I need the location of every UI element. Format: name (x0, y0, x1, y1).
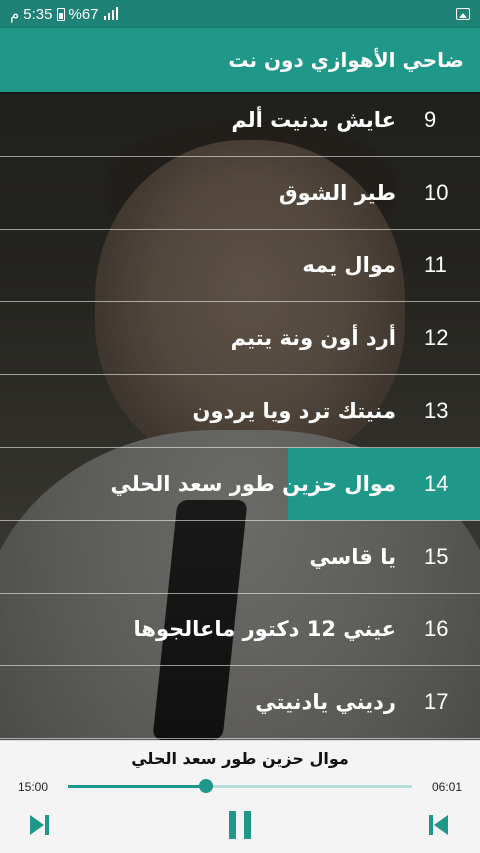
song-title: موال حزين طور سعد الحلي (110, 471, 396, 496)
song-row[interactable]: عيني 12 دكتور ماعالجوها 16 (0, 594, 480, 667)
total-time: 15:00 (18, 780, 49, 794)
song-number: 11 (424, 252, 447, 278)
song-row[interactable]: عايش بدنيت ألم 9 (0, 84, 480, 157)
status-bar: م 5:35 %67 (0, 0, 480, 28)
song-number: 17 (424, 689, 449, 715)
song-title: طير الشوق (278, 180, 396, 205)
signal-icon (103, 7, 118, 20)
song-row[interactable]: يا قاسي 15 (0, 521, 480, 594)
pause-button[interactable] (220, 807, 260, 843)
song-list: عايش بدنيت ألم 9 طير الشوق 10 موال يمه 11 أرد … (0, 84, 480, 740)
app-bar: ضاحي الأهوازي دون نت (0, 28, 480, 92)
skip-next-icon (30, 815, 49, 835)
song-number: 15 (424, 543, 449, 569)
ampm-text: م (10, 6, 20, 23)
song-number: 12 (424, 325, 449, 351)
song-title: عايش بدنيت ألم (231, 107, 396, 132)
seek-fill (68, 785, 206, 788)
song-number: 16 (424, 616, 449, 642)
song-title: موال يمه (302, 253, 396, 278)
song-row[interactable]: طير الشوق 10 (0, 157, 480, 230)
song-number: 10 (424, 179, 449, 205)
song-row[interactable]: رديني يادنيتي 17 (0, 666, 480, 740)
clock-text: 5:35 (23, 5, 53, 23)
song-number: 9 (424, 106, 437, 132)
skip-previous-icon (429, 815, 448, 835)
battery-icon (56, 7, 65, 21)
pause-icon (229, 811, 251, 839)
image-notification-icon (456, 8, 470, 20)
app-title: ضاحي الأهوازي دون نت (228, 48, 464, 72)
song-title: عيني 12 دكتور ماعالجوها (133, 617, 396, 642)
song-title: أرد أون ونة يتيم (230, 326, 396, 351)
next-button[interactable] (18, 807, 58, 843)
song-row[interactable]: موال يمه 11 (0, 230, 480, 303)
elapsed-time: 06:01 (431, 780, 462, 794)
song-title: يا قاسي (309, 544, 396, 569)
song-row[interactable]: أرد أون ونة يتيم 12 (0, 302, 480, 376)
song-number: 14 (424, 470, 449, 496)
song-title: رديني يادنيتي (255, 690, 396, 715)
song-title: منيتك ترد ويا يردون (192, 399, 396, 424)
battery-text: %67 (68, 5, 99, 23)
song-row[interactable]: موال حزين طور سعد الحلي 14 (0, 447, 480, 521)
previous-button[interactable] (420, 807, 460, 843)
song-number: 13 (424, 398, 449, 424)
seek-thumb[interactable] (198, 779, 213, 793)
now-playing-title: موال حزين طور سعد الحلي (131, 749, 349, 768)
player-bar: موال حزين طور سعد الحلي 15:00 06:01 (0, 740, 480, 853)
seek-bar[interactable] (68, 779, 412, 793)
song-row[interactable]: منيتك ترد ويا يردون 13 (0, 375, 480, 448)
